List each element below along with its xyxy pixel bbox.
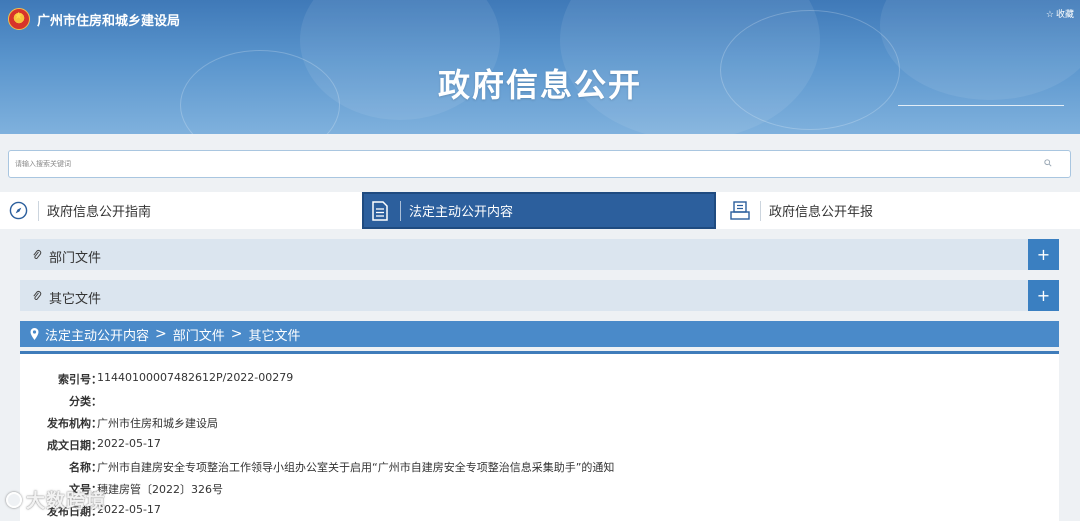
detail-key: 成文日期： — [47, 439, 102, 452]
accordion-label: 其它文件 — [49, 292, 102, 307]
search-input[interactable] — [9, 151, 1009, 177]
tab-disclosure-guide[interactable]: 政府信息公开指南 — [8, 192, 358, 229]
paperclip-icon — [33, 291, 42, 301]
detail-key: 索引号： — [58, 373, 102, 386]
detail-value: 广州市住房和城乡建设局 — [97, 417, 218, 430]
detail-value: 11440100007482612P/2022-00279 — [97, 371, 294, 384]
paperclip-icon — [33, 250, 42, 260]
org-name[interactable]: 广州市住房和城乡建设局 — [37, 10, 180, 29]
tab-label: 政府信息公开指南 — [47, 205, 152, 220]
tab-separator — [760, 200, 761, 221]
national-emblem-icon — [8, 8, 30, 30]
watermark: 大数跨境 — [6, 486, 106, 513]
tab-annual-report[interactable]: 政府信息公开年报 — [730, 192, 1070, 229]
detail-key: 发布机构： — [47, 417, 102, 430]
detail-key: 名称： — [69, 461, 102, 474]
page-title: 政府信息公开 — [437, 66, 642, 104]
watermark-logo-icon — [6, 492, 22, 508]
report-icon — [730, 201, 750, 221]
compass-icon — [8, 201, 28, 221]
tab-separator — [400, 200, 401, 221]
search-icon[interactable] — [1044, 159, 1052, 167]
tab-separator — [38, 200, 39, 221]
detail-value: 穗建房管〔2022〕326号 — [97, 483, 223, 496]
favorite-link[interactable]: ☆ 收藏 — [1044, 7, 1074, 20]
tab-bar: 政府信息公开指南 法定主动公开内容 政府信息公开年报 — [0, 192, 1080, 229]
title-divider — [898, 105, 1064, 106]
breadcrumb-item[interactable]: 其它文件 — [249, 325, 301, 344]
breadcrumb-separator: > — [155, 326, 167, 342]
tab-statutory-content[interactable]: 法定主动公开内容 — [362, 192, 716, 229]
breadcrumb-item[interactable]: 法定主动公开内容 — [45, 325, 149, 344]
breadcrumb-separator: > — [230, 326, 243, 342]
document-icon — [370, 200, 390, 221]
expand-button[interactable]: + — [1028, 280, 1059, 311]
detail-value: 广州市自建房安全专项整治工作领导小组办公室关于启用“广州市自建房安全专项整治信息… — [97, 461, 615, 474]
detail-key: 分类： — [69, 395, 102, 408]
search-bar — [8, 150, 1071, 178]
watermark-text: 大数跨境 — [26, 490, 107, 512]
tab-label: 法定主动公开内容 — [409, 205, 514, 220]
tab-label: 政府信息公开年报 — [769, 205, 874, 220]
breadcrumb-item[interactable]: 部门文件 — [173, 325, 225, 344]
accordion-other-files[interactable]: 其它文件 + — [20, 280, 1059, 311]
header-banner: 广州市住房和城乡建设局 ☆收藏 政府信息公开 — [0, 0, 1080, 134]
favorite-label: 收藏 — [1055, 10, 1074, 20]
expand-button[interactable]: + — [1028, 239, 1059, 270]
location-pin-icon — [30, 328, 39, 340]
accordion-label: 部门文件 — [49, 251, 102, 266]
detail-value: 2022-05-17 — [97, 503, 161, 516]
accordion-department-files[interactable]: 部门文件 + — [20, 239, 1059, 270]
breadcrumb: 法定主动公开内容 > 部门文件 > 其它文件 — [20, 321, 1059, 347]
document-details: 索引号： 11440100007482612P/2022-00279 分类： 发… — [20, 354, 1059, 521]
detail-value: 2022-05-17 — [97, 437, 161, 450]
star-icon: ☆ — [1045, 10, 1054, 20]
